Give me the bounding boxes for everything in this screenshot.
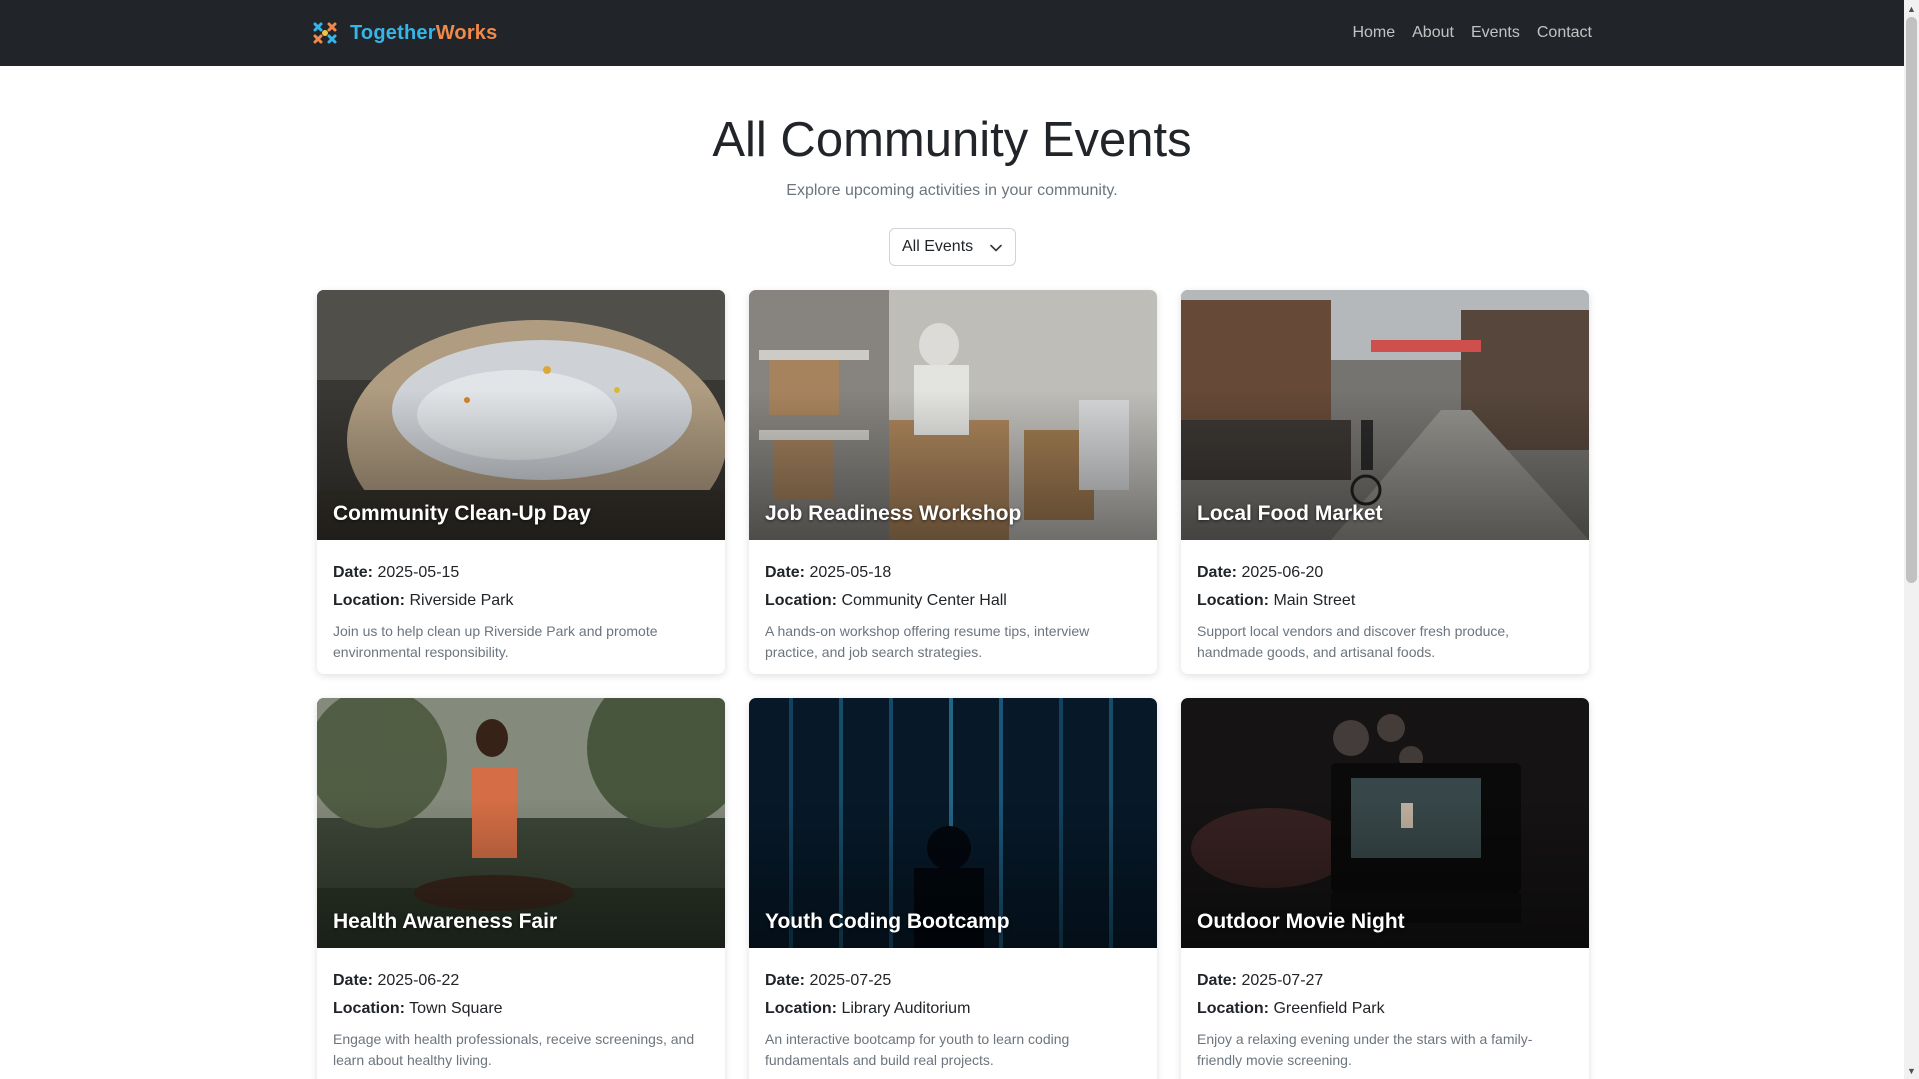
nav-events-link[interactable]: Events: [1471, 24, 1520, 42]
event-description: Engage with health professionals, receiv…: [333, 1031, 695, 1068]
event-location: Location: Town Square: [333, 995, 709, 1023]
brand-name-part1: Together: [350, 21, 436, 44]
event-date-value: 2025-06-22: [377, 972, 460, 989]
nav-menu: Home About Events Contact: [1352, 0, 1592, 66]
event-card-body: Date: 2025-07-25 Location: Library Audit…: [749, 948, 1157, 1079]
event-date: Date: 2025-07-25: [765, 967, 1141, 995]
event-date: Date: 2025-06-20: [1197, 559, 1573, 587]
event-image-recycling-bottles: Community Clean-Up Day: [317, 290, 725, 540]
event-description: An interactive bootcamp for youth to lea…: [765, 1031, 1070, 1068]
event-date: Date: 2025-07-27: [1197, 967, 1573, 995]
scroll-thumb[interactable]: [1906, 17, 1917, 583]
event-date-value: 2025-05-18: [809, 564, 892, 581]
event-location-value: Community Center Hall: [841, 592, 1007, 609]
event-location: Location: Library Auditorium: [765, 995, 1141, 1023]
event-title: Health Awareness Fair: [333, 910, 558, 933]
event-card[interactable]: Job Readiness Workshop Date: 2025-05-18 …: [749, 290, 1157, 674]
event-date-value: 2025-06-20: [1241, 564, 1324, 581]
event-card-body: Date: 2025-07-27 Location: Greenfield Pa…: [1181, 948, 1589, 1079]
event-date-value: 2025-07-27: [1241, 972, 1324, 989]
event-card[interactable]: Health Awareness Fair Date: 2025-06-22 L…: [317, 698, 725, 1079]
scroll-down-arrow-icon[interactable]: ▼: [1904, 1062, 1919, 1079]
event-card-body: Date: 2025-06-22 Location: Town Square E…: [317, 948, 725, 1079]
date-label: Date:: [1197, 564, 1238, 581]
event-card-body: Date: 2025-05-18 Location: Community Cen…: [749, 540, 1157, 674]
event-image-packing-boxes: Job Readiness Workshop: [749, 290, 1157, 540]
nav-home-link[interactable]: Home: [1352, 24, 1395, 42]
event-date: Date: 2025-06-22: [333, 967, 709, 995]
event-date: Date: 2025-05-15: [333, 559, 709, 587]
event-date: Date: 2025-05-18: [765, 559, 1141, 587]
event-description: Support local vendors and discover fresh…: [1197, 623, 1510, 660]
event-title: Local Food Market: [1197, 502, 1383, 525]
event-location: Location: Greenfield Park: [1197, 995, 1573, 1023]
event-title: Community Clean-Up Day: [333, 502, 591, 525]
event-location-value: Library Auditorium: [841, 1000, 971, 1017]
event-description: Join us to help clean up Riverside Park …: [333, 623, 658, 660]
logo-icon: [313, 22, 337, 44]
event-title: Outdoor Movie Night: [1197, 910, 1405, 933]
page-title: All Community Events: [712, 113, 1192, 167]
brand-name-part2: Works: [435, 21, 498, 44]
event-card-body: Date: 2025-05-15 Location: Riverside Par…: [317, 540, 725, 674]
event-card[interactable]: Youth Coding Bootcamp Date: 2025-07-25 L…: [749, 698, 1157, 1079]
location-label: Location:: [765, 1000, 837, 1017]
location-label: Location:: [1197, 592, 1269, 609]
event-image-binary-code: Youth Coding Bootcamp: [749, 698, 1157, 948]
chevron-down-icon: [990, 244, 1002, 252]
location-label: Location:: [1197, 1000, 1269, 1017]
event-card[interactable]: Local Food Market Date: 2025-06-20 Locat…: [1181, 290, 1589, 674]
event-location: Location: Community Center Hall: [765, 587, 1141, 615]
nav-about-link[interactable]: About: [1412, 24, 1454, 42]
event-location: Location: Riverside Park: [333, 587, 709, 615]
event-card-body: Date: 2025-06-20 Location: Main Street S…: [1181, 540, 1589, 674]
event-title: Job Readiness Workshop: [765, 502, 1022, 525]
event-location-value: Main Street: [1273, 592, 1356, 609]
event-location: Location: Main Street: [1197, 587, 1573, 615]
event-image-meditation: Health Awareness Fair: [317, 698, 725, 948]
location-label: Location:: [333, 1000, 405, 1017]
date-label: Date:: [1197, 972, 1238, 989]
event-location-value: Town Square: [409, 1000, 503, 1017]
date-label: Date:: [765, 564, 806, 581]
event-description: Enjoy a relaxing evening under the stars…: [1197, 1031, 1533, 1068]
brand-link[interactable]: TogetherWorks: [312, 0, 497, 66]
event-card[interactable]: Community Clean-Up Day Date: 2025-05-15 …: [317, 290, 725, 674]
date-label: Date:: [333, 564, 374, 581]
date-label: Date:: [333, 972, 374, 989]
navbar: TogetherWorks Home About Events Contact: [0, 0, 1904, 66]
event-location-value: Riverside Park: [409, 592, 514, 609]
location-label: Location:: [333, 592, 405, 609]
page-subtitle: Explore upcoming activities in your comm…: [786, 182, 1118, 199]
event-filter-select[interactable]: All Events: [889, 228, 1016, 266]
nav-contact-link[interactable]: Contact: [1537, 24, 1592, 42]
brand-name: TogetherWorks: [350, 22, 497, 45]
event-image-camera-monitor: Outdoor Movie Night: [1181, 698, 1589, 948]
event-date-value: 2025-07-25: [809, 972, 892, 989]
event-date-value: 2025-05-15: [377, 564, 460, 581]
event-title: Youth Coding Bootcamp: [765, 910, 1010, 933]
event-description: A hands-on workshop offering resume tips…: [765, 623, 1090, 660]
event-filter-value: All Events: [902, 238, 974, 255]
event-location-value: Greenfield Park: [1273, 1000, 1385, 1017]
event-image-street-market: Local Food Market: [1181, 290, 1589, 540]
date-label: Date:: [765, 972, 806, 989]
location-label: Location:: [765, 592, 837, 609]
event-card[interactable]: Outdoor Movie Night Date: 2025-07-27 Loc…: [1181, 698, 1589, 1079]
page-scrollbar[interactable]: ▲ ▼: [1904, 0, 1919, 1079]
scroll-up-arrow-icon[interactable]: ▲: [1904, 0, 1919, 17]
